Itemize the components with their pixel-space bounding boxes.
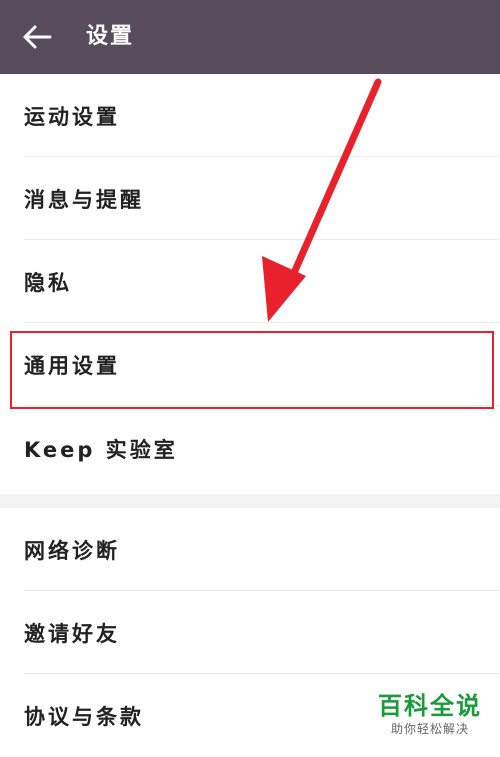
back-button[interactable] (20, 20, 54, 54)
settings-group-main: 运动设置 消息与提醒 隐私 通用设置 Keep 实验室 (0, 74, 500, 492)
section-gap (0, 494, 500, 508)
settings-item-label: 消息与提醒 (24, 187, 144, 212)
page-title: 设置 (86, 24, 135, 49)
settings-item-sport[interactable]: 运动设置 (0, 74, 500, 157)
settings-item-network-diagnosis[interactable]: 网络诊断 (0, 508, 500, 591)
settings-item-invite-friends[interactable]: 邀请好友 (0, 591, 500, 674)
settings-item-label: Keep 实验室 (24, 438, 178, 462)
settings-item-label: 网络诊断 (24, 538, 120, 563)
watermark: 百科全说 助你轻松解决 (374, 691, 486, 737)
settings-item-label: 隐私 (24, 270, 72, 295)
watermark-subtitle: 助你轻松解决 (390, 722, 469, 736)
settings-item-notifications[interactable]: 消息与提醒 (0, 157, 500, 240)
settings-item-privacy[interactable]: 隐私 (0, 240, 500, 323)
settings-item-label: 协议与条款 (24, 704, 144, 729)
highlight-box (10, 331, 494, 409)
watermark-title: 百科全说 (378, 692, 482, 720)
settings-item-label: 运动设置 (24, 104, 120, 129)
arrow-left-icon (23, 25, 52, 49)
settings-item-label: 邀请好友 (24, 621, 120, 646)
settings-item-lab[interactable]: Keep 实验室 (0, 406, 500, 492)
top-app-bar: 设置 (0, 0, 500, 74)
